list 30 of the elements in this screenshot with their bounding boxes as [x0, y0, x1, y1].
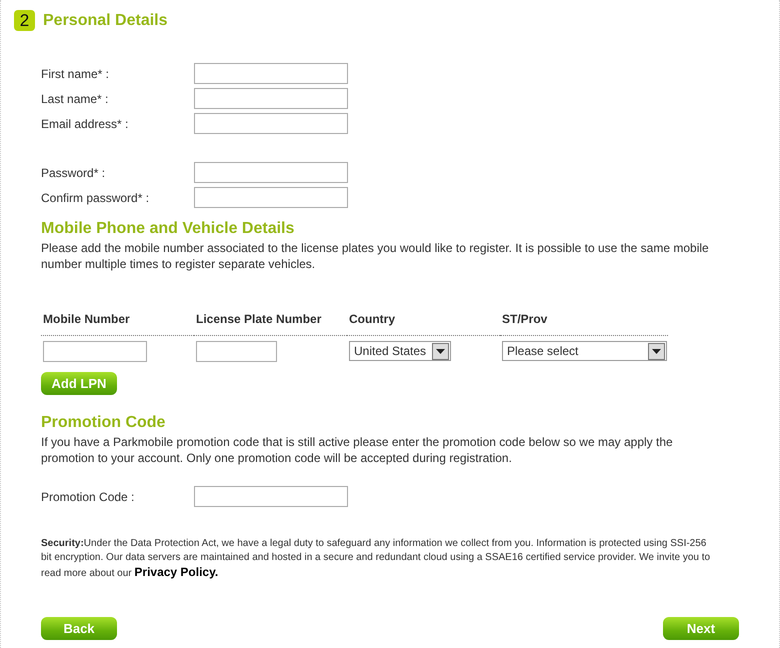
section-description: Please add the mobile number associated to the license plates you would like to register. It is possible to use the same mobile number multiple times to register separate vehicles.: [41, 240, 710, 272]
field-label: Last name* :: [41, 92, 110, 106]
column-header: License Plate Number: [194, 312, 347, 336]
section-title: Promotion Code: [41, 414, 166, 432]
input-field[interactable]: [43, 341, 147, 362]
section-title: Mobile Phone and Vehicle Details: [41, 220, 296, 238]
security-notice: Security:Under the Data Protection Act, we have a legal duty to safeguard any information we collect from you. Information is protected using SSI-256 bit encryption. Our data servers are maintained and hosted in a secure and redundant cloud using a SSAE16 certified service provider. We invite you to read more about our Privacy Policy.: [41, 537, 711, 581]
input-field[interactable]: [194, 162, 348, 183]
field-label: Promotion Code :: [41, 490, 136, 504]
input-field[interactable]: [194, 486, 348, 507]
input-field[interactable]: [194, 187, 348, 208]
section-description: If you have a Parkmobile promotion code that is still active please enter the promotion code below so we may apply the promotion to your account. Only one promotion code will be accepted during registration.: [41, 434, 674, 466]
field-label: Password* :: [41, 166, 106, 180]
input-field[interactable]: [194, 113, 348, 134]
country-select[interactable]: United States: [349, 341, 451, 361]
dropdown-icon: [652, 348, 661, 354]
input-field[interactable]: [194, 88, 348, 109]
step-number: 2: [14, 10, 35, 31]
privacy-policy-link[interactable]: Privacy Policy.: [134, 565, 218, 579]
section-title: Personal Details: [43, 12, 168, 30]
input-field[interactable]: [194, 63, 348, 84]
field-label: Email address* :: [41, 116, 130, 130]
state-select[interactable]: Please select: [502, 341, 667, 361]
field-label: First name* :: [41, 66, 110, 80]
field-label: Confirm password* :: [41, 190, 150, 204]
column-header: Mobile Number: [41, 312, 194, 336]
column-header: Country: [347, 312, 500, 336]
dropdown-icon: [436, 348, 445, 354]
column-header: ST/Prov: [500, 312, 668, 336]
input-field[interactable]: [196, 341, 277, 362]
